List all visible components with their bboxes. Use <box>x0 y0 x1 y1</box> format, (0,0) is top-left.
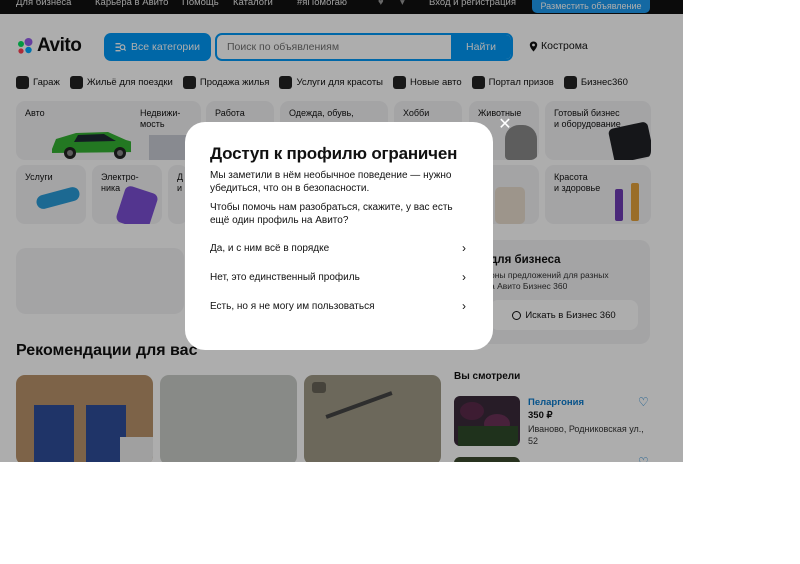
page: Для бизнеса Карьера в Авито Помощь Катал… <box>0 0 683 462</box>
option-label: Нет, это единственный профиль <box>210 271 360 283</box>
option-only-profile[interactable]: Нет, это единственный профиль › <box>210 267 466 287</box>
close-icon[interactable]: ✕ <box>497 117 513 133</box>
dialog-text-warning: Мы заметили в нём необычное поведение — … <box>210 170 452 194</box>
chevron-right-icon: › <box>462 270 466 284</box>
option-label: Есть, но я не могу им пользоваться <box>210 300 375 312</box>
chevron-right-icon: › <box>462 299 466 313</box>
chevron-right-icon: › <box>462 241 466 255</box>
option-yes-fine[interactable]: Да, и с ним всё в порядке › <box>210 238 466 258</box>
option-label: Да, и с ним всё в порядке <box>210 242 330 254</box>
dialog-text-question: Чтобы помочь нам разобраться, скажите, у… <box>210 202 453 226</box>
profile-restricted-dialog: Доступ к профилю ограничен Мы заметили в… <box>185 122 493 350</box>
option-cannot-use[interactable]: Есть, но я не могу им пользоваться › <box>210 296 466 316</box>
dialog-title: Доступ к профилю ограничен <box>210 144 458 163</box>
